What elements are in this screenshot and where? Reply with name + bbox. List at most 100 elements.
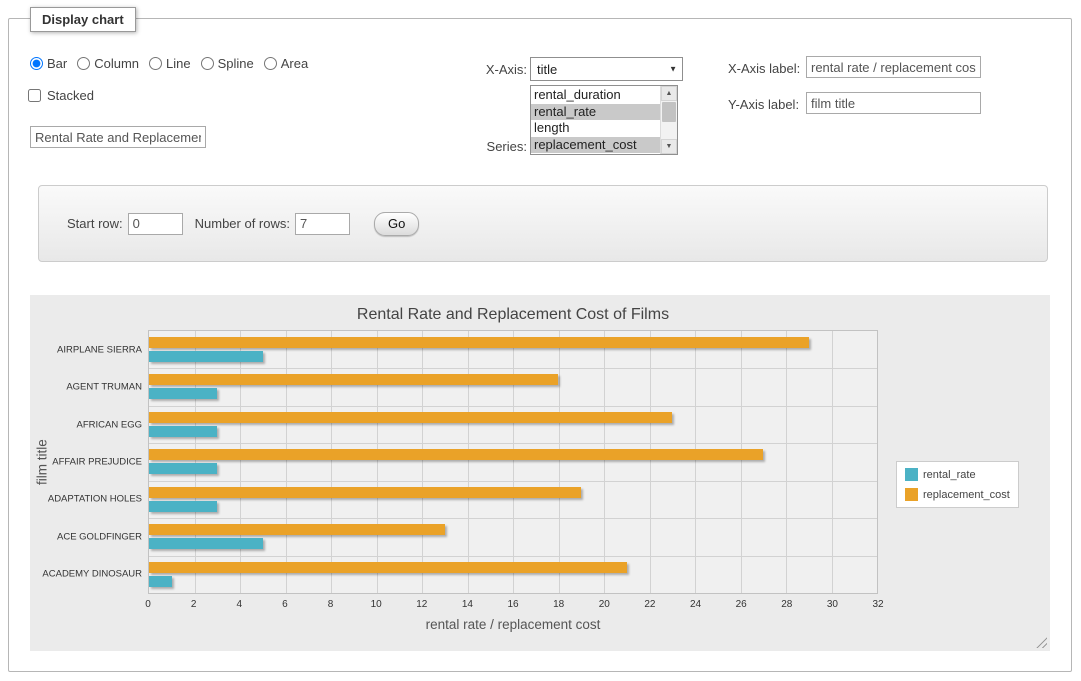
- legend-item-rental_rate: rental_rate: [905, 468, 1010, 481]
- x-axis-selected-value: title: [537, 62, 557, 77]
- scroll-up-icon[interactable]: ▲: [661, 86, 677, 101]
- stacked-checkbox[interactable]: [28, 89, 41, 102]
- bar-rental_rate: [149, 501, 217, 512]
- gridline-horizontal: [149, 518, 877, 519]
- fieldset-legend: Display chart: [30, 7, 136, 32]
- num-rows-label: Number of rows:: [195, 216, 290, 231]
- series-option-replacement_cost[interactable]: replacement_cost: [531, 137, 660, 154]
- start-row-label: Start row:: [67, 216, 123, 231]
- legend-label-replacement_cost: replacement_cost: [923, 489, 1010, 501]
- chart-type-radio-column[interactable]: [77, 57, 90, 70]
- chart-type-group: Bar Column Line Spline Area: [30, 56, 308, 71]
- gridline-vertical: [786, 331, 787, 593]
- bar-replacement_cost: [149, 562, 627, 573]
- bar-rental_rate: [149, 463, 217, 474]
- gridline-vertical: [468, 331, 469, 593]
- bar-rental_rate: [149, 351, 263, 362]
- gridline-horizontal: [149, 443, 877, 444]
- chart-type-radio-area[interactable]: [264, 57, 277, 70]
- gridline-vertical: [195, 331, 196, 593]
- y-axis-category-label: AIRPLANE SIERRA: [57, 344, 142, 355]
- x-axis-tick-label: 14: [462, 599, 473, 610]
- x-axis-ticks: 02468101214161820222426283032: [148, 599, 878, 611]
- chart-type-label: Spline: [218, 56, 254, 71]
- chart-area: Rental Rate and Replacement Cost of Film…: [30, 295, 1050, 651]
- chart-type-radio-bar[interactable]: [30, 57, 43, 70]
- gridline-horizontal: [149, 556, 877, 557]
- series-listbox-options: rental_durationrental_ratelengthreplacem…: [531, 86, 660, 154]
- series-option-rental_duration[interactable]: rental_duration: [531, 87, 660, 104]
- chart-type-line[interactable]: Line: [149, 56, 191, 71]
- chevron-down-icon: ▼: [669, 65, 677, 74]
- y-axis-labels: AIRPLANE SIERRA AGENT TRUMAN AFRICAN EGG AF…: [30, 330, 142, 594]
- legend-item-replacement_cost: replacement_cost: [905, 488, 1010, 501]
- plot-area: [148, 330, 878, 594]
- chart-title-input[interactable]: [30, 126, 206, 148]
- resize-handle[interactable]: [1036, 637, 1047, 648]
- series-option-length[interactable]: length: [531, 120, 660, 137]
- legend-swatch-replacement_cost: [905, 488, 918, 501]
- y-axis-label-input[interactable]: [806, 92, 981, 114]
- chart-type-radio-line[interactable]: [149, 57, 162, 70]
- x-axis-tick-label: 10: [371, 599, 382, 610]
- gridline-vertical: [377, 331, 378, 593]
- series-listbox[interactable]: rental_durationrental_ratelengthreplacem…: [530, 85, 678, 155]
- chart-title: Rental Rate and Replacement Cost of Film…: [148, 306, 878, 324]
- x-axis-tick-label: 2: [191, 599, 197, 610]
- bar-replacement_cost: [149, 412, 672, 423]
- bar-rental_rate: [149, 388, 217, 399]
- gridline-vertical: [422, 331, 423, 593]
- x-axis-tick-label: 26: [736, 599, 747, 610]
- scrollbar-thumb[interactable]: [662, 102, 676, 122]
- scroll-down-icon[interactable]: ▼: [661, 139, 677, 154]
- series-option-rental_rate[interactable]: rental_rate: [531, 104, 660, 121]
- y-axis-category-label: AFRICAN EGG: [77, 419, 142, 430]
- y-axis-label-field-label: Y-Axis label:: [728, 97, 799, 112]
- chart-type-label: Line: [166, 56, 191, 71]
- chart-type-radio-spline[interactable]: [201, 57, 214, 70]
- chart-type-label: Column: [94, 56, 139, 71]
- gridline-vertical: [832, 331, 833, 593]
- x-axis-title: rental rate / replacement cost: [148, 617, 878, 632]
- y-axis-category-label: AFFAIR PREJUDICE: [52, 457, 142, 468]
- y-axis-category-label: ACADEMY DINOSAUR: [42, 569, 142, 580]
- stacked-checkbox-row[interactable]: Stacked: [28, 88, 94, 103]
- bar-rental_rate: [149, 538, 263, 549]
- chart-type-area[interactable]: Area: [264, 56, 308, 71]
- x-axis-label-input[interactable]: [806, 56, 981, 78]
- y-axis-category-label: ACE GOLDFINGER: [57, 531, 142, 542]
- scrollbar-track[interactable]: [661, 123, 677, 139]
- start-row-input[interactable]: [128, 213, 183, 235]
- chart-type-label: Area: [281, 56, 308, 71]
- gridline-vertical: [604, 331, 605, 593]
- gridline-horizontal: [149, 368, 877, 369]
- bar-replacement_cost: [149, 524, 445, 535]
- stacked-label: Stacked: [47, 88, 94, 103]
- x-axis-tick-label: 18: [553, 599, 564, 610]
- bar-replacement_cost: [149, 487, 581, 498]
- x-axis-tick-label: 12: [416, 599, 427, 610]
- x-axis-tick-label: 30: [827, 599, 838, 610]
- num-rows-input[interactable]: [295, 213, 350, 235]
- bar-rental_rate: [149, 426, 217, 437]
- gridline-vertical: [331, 331, 332, 593]
- y-axis-category-label: ADAPTATION HOLES: [48, 494, 142, 505]
- chart-type-column[interactable]: Column: [77, 56, 139, 71]
- gridline-horizontal: [149, 406, 877, 407]
- x-axis-select[interactable]: title ▼: [530, 57, 683, 81]
- chart-type-bar[interactable]: Bar: [30, 56, 67, 71]
- bar-rental_rate: [149, 576, 172, 587]
- x-axis-tick-label: 22: [644, 599, 655, 610]
- y-axis-category-label: AGENT TRUMAN: [66, 382, 142, 393]
- series-listbox-scrollbar[interactable]: ▲ ▼: [660, 86, 677, 154]
- legend-label-rental_rate: rental_rate: [923, 469, 976, 481]
- chart-type-spline[interactable]: Spline: [201, 56, 254, 71]
- x-axis-tick-label: 28: [781, 599, 792, 610]
- display-chart-page: Display chart Bar Column Line Spline Area St…: [0, 0, 1081, 681]
- x-axis-tick-label: 20: [599, 599, 610, 610]
- go-button[interactable]: Go: [374, 212, 419, 236]
- x-axis-tick-label: 8: [328, 599, 334, 610]
- bar-replacement_cost: [149, 337, 809, 348]
- rows-panel: Start row: Number of rows: Go: [38, 185, 1048, 262]
- gridline-vertical: [559, 331, 560, 593]
